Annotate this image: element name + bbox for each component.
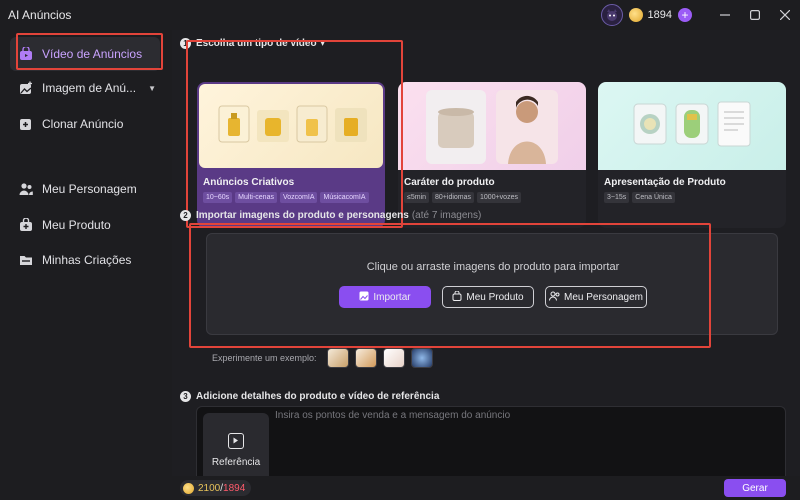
step3-title: Adicione detalhes do produto e vídeo de … <box>196 391 440 402</box>
my-character-button[interactable]: Meu Personagem <box>545 286 647 308</box>
credits-usage: 2100 / 1894 <box>180 480 252 496</box>
step-number-badge: 2 <box>180 210 191 221</box>
sidebar-item-ad-image[interactable]: Imagem de Anú... ▼ <box>0 71 172 105</box>
sidebar: Vídeo de Anúncios Imagem de Anú... ▼ Clo… <box>0 30 172 500</box>
import-label: Importar <box>373 291 411 303</box>
maximize-button[interactable] <box>740 0 770 30</box>
textarea-placeholder: Insira os pontos de venda e a mensagem d… <box>275 410 511 421</box>
image-dropzone[interactable]: Clique ou arraste imagens do produto par… <box>206 233 778 335</box>
sidebar-item-label: Minhas Criações <box>42 253 132 267</box>
tag: 3~15s <box>604 192 630 203</box>
tag: Cena Única <box>632 192 675 203</box>
sidebar-item-label: Meu Produto <box>42 218 111 232</box>
app-title: AI Anúncios <box>8 8 72 22</box>
clone-icon <box>18 116 34 132</box>
tag: 80+idiomas <box>432 192 475 203</box>
example-row: Experimente um exemplo: <box>212 348 433 368</box>
user-avatar[interactable] <box>600 4 623 26</box>
tag: MúsicacomIA <box>320 192 369 203</box>
video-add-icon <box>228 433 244 449</box>
sidebar-item-my-character[interactable]: Meu Personagem <box>0 172 172 206</box>
sidebar-item-ad-video[interactable]: Vídeo de Anúncios <box>10 37 160 71</box>
video-type-card-product-character[interactable]: Caráter do produto ≤5min 80+idiomas 1000… <box>398 82 586 228</box>
credits-coin-icon <box>183 482 194 494</box>
step2-heading: 2 Importar imagens do produto e personag… <box>180 210 481 221</box>
step1-title: Escolha um tipo de vídeo <box>196 38 317 49</box>
card-tags: ≤5min 80+idiomas 1000+vozes <box>404 192 582 203</box>
import-button[interactable]: Importar <box>339 286 431 308</box>
credits-used: 2100 <box>198 482 221 494</box>
step2-hint: (até 7 imagens) <box>411 210 482 221</box>
sidebar-item-label: Imagem de Anú... <box>42 81 137 95</box>
tag: 1000+vozes <box>477 192 521 203</box>
tag: ≤5min <box>404 192 430 203</box>
sidebar-item-my-creations[interactable]: Minhas Criações <box>0 243 172 277</box>
chevron-down-icon[interactable]: ▾ <box>321 39 325 48</box>
sidebar-item-label: Vídeo de Anúncios <box>42 47 143 61</box>
credits-coin-icon <box>628 8 643 22</box>
tag: Multi-cenas <box>235 192 277 203</box>
video-type-card-creative-ads[interactable]: Anúncios Criativos 10~60s Multi-cenas Vo… <box>197 82 385 228</box>
my-product-label: Meu Produto <box>466 291 524 303</box>
example-thumbnail[interactable] <box>326 348 349 368</box>
sidebar-item-my-product[interactable]: Meu Produto <box>0 208 172 242</box>
product-icon <box>18 217 34 233</box>
card-thumbnail <box>199 84 383 168</box>
generate-button[interactable]: Gerar <box>724 479 786 497</box>
credits-total: 1894 <box>223 482 246 494</box>
step-number-badge: 1 <box>180 38 191 49</box>
card-thumbnail <box>398 82 586 170</box>
close-button[interactable] <box>770 0 800 30</box>
card-title: Apresentação de Produto <box>604 177 726 188</box>
image-icon <box>359 291 369 304</box>
title-bar: AI Anúncios 1894 + <box>0 0 800 30</box>
bag-icon <box>452 290 462 304</box>
card-thumbnail <box>598 82 786 170</box>
folder-icon <box>18 252 34 268</box>
my-character-label: Meu Personagem <box>564 291 643 303</box>
dropzone-text: Clique ou arraste imagens do produto par… <box>366 261 620 273</box>
sidebar-item-label: Meu Personagem <box>42 182 137 196</box>
chevron-down-icon[interactable]: ▼ <box>148 84 156 93</box>
minimize-button[interactable] <box>710 0 740 30</box>
person-icon <box>549 291 560 304</box>
sidebar-item-clone-ad[interactable]: Clonar Anúncio <box>0 107 172 141</box>
my-product-button[interactable]: Meu Produto <box>442 286 534 308</box>
card-title: Anúncios Criativos <box>203 177 295 188</box>
example-thumbnail[interactable] <box>354 348 377 368</box>
video-type-card-product-presentation[interactable]: Apresentação de Produto 3~15s Cena Única <box>598 82 786 228</box>
image-add-icon <box>18 80 34 96</box>
step3-heading: 3 Adicione detalhes do produto e vídeo d… <box>180 391 439 402</box>
card-tags: 3~15s Cena Única <box>604 192 782 203</box>
example-thumbnail[interactable] <box>382 348 405 368</box>
reference-label: Referência <box>211 457 261 468</box>
credits-count: 1894 <box>647 9 672 21</box>
sidebar-item-label: Clonar Anúncio <box>42 117 124 131</box>
main-panel: 1 Escolha um tipo de vídeo ▾ Anúncios Cr… <box>172 30 800 500</box>
card-tags: 10~60s Multi-cenas VozcomIA MúsicacomIA <box>203 192 381 203</box>
example-label: Experimente um exemplo: <box>212 353 317 363</box>
tag: 10~60s <box>203 192 233 203</box>
example-thumbnail[interactable] <box>410 348 433 368</box>
step2-title: Importar imagens do produto e personagen… <box>196 210 409 221</box>
title-bar-controls: 1894 + <box>600 0 800 30</box>
step-number-badge: 3 <box>180 391 191 402</box>
tag: VozcomIA <box>279 192 318 203</box>
step1-heading: 1 Escolha um tipo de vídeo ▾ <box>180 38 325 49</box>
person-icon <box>18 181 34 197</box>
add-credits-button[interactable]: + <box>678 8 692 22</box>
card-title: Caráter do produto <box>404 177 495 188</box>
footer-bar: 2100 / 1894 Gerar <box>172 476 800 500</box>
ad-video-icon <box>18 46 34 62</box>
